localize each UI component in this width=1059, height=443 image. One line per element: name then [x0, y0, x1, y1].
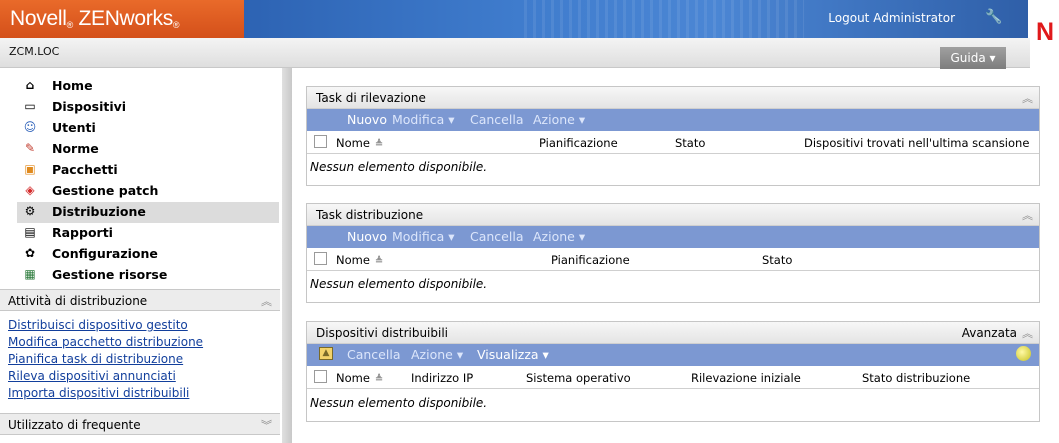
advanced-link[interactable]: Avanzata: [962, 326, 1017, 340]
column-schedule[interactable]: Pianificazione: [551, 253, 630, 267]
deployable-devices-panel: Dispositivi distribuibili Avanzata ︽ ▲ C…: [306, 321, 1040, 422]
sidebar-divider: [282, 68, 292, 443]
user-icon: ☺: [23, 120, 37, 134]
empty-message: Nessun elemento disponibile.: [310, 396, 488, 410]
expand-icon[interactable]: ︾: [261, 417, 272, 433]
panel-title: Utilizzato di frequente: [8, 418, 141, 432]
new-button[interactable]: Nuovo: [347, 229, 387, 244]
column-devices-found[interactable]: Dispositivi trovati nell'ultima scansion…: [804, 136, 1029, 150]
logout-link[interactable]: Logout Administrator: [828, 11, 955, 25]
view-menu[interactable]: Visualizza ▾: [477, 347, 549, 362]
column-operating-system[interactable]: Sistema operativo: [526, 371, 631, 385]
zone-bar: ZCM.LOC: [0, 38, 1030, 68]
column-name[interactable]: Nome ≜: [336, 136, 383, 150]
deployment-tasks-panel: Task distribuzione ︽ Nuovo Modifica ▾ Ca…: [306, 203, 1040, 303]
empty-message: Nessun elemento disponibile.: [310, 160, 488, 174]
nav-item-norme[interactable]: ✎ Norme: [17, 139, 279, 160]
panel-title: Task distribuzione ︽: [307, 204, 1039, 226]
column-initial-discovery[interactable]: Rilevazione iniziale: [691, 371, 801, 385]
novell-n-logo: N: [1036, 18, 1055, 46]
edit-menu[interactable]: Modifica ▾: [392, 229, 455, 244]
nav-item-home[interactable]: ⌂ Home: [17, 76, 279, 97]
sidebar: ⌂ Home ▭ Dispositivi ☺ Utenti ✎ Norme ▣ …: [0, 68, 287, 443]
nav-item-gestione-risorse[interactable]: ▦ Gestione risorse: [17, 265, 279, 286]
nav-item-configurazione[interactable]: ✿ Configurazione: [17, 244, 279, 265]
nav-item-dispositivi[interactable]: ▭ Dispositivi: [17, 97, 279, 118]
product-logo: Novell® ZENworks®: [0, 0, 244, 38]
header-banner: Logout Administrator 🔧: [244, 0, 1028, 38]
table-header: Nome ≜ Pianificazione Stato: [307, 248, 1039, 271]
nav-item-distribuzione[interactable]: ⚙ Distribuzione: [17, 202, 279, 223]
table-header: Nome ≜ Indirizzo IP Sistema operativo Ril…: [307, 366, 1039, 389]
table-header: Nome ≜ Pianificazione Stato Dispositivi t…: [307, 131, 1039, 154]
task-link-discover-advertised-devices[interactable]: Rileva dispositivi annunciati: [8, 369, 176, 383]
asset-icon: ▦: [24, 267, 36, 281]
patch-icon: ◈: [25, 183, 35, 197]
package-icon: ▣: [24, 162, 36, 176]
delete-button[interactable]: Cancella: [470, 112, 523, 127]
configuration-icon: ✿: [24, 246, 36, 260]
report-icon: ▤: [24, 225, 36, 239]
nav-item-rapporti[interactable]: ▤ Rapporti: [17, 223, 279, 244]
panel-title: Dispositivi distribuibili Avanzata ︽: [307, 322, 1039, 344]
sort-ascending-icon: ≜: [374, 139, 384, 150]
wrench-icon[interactable]: 🔧: [985, 9, 1003, 27]
edit-menu[interactable]: Modifica ▾: [392, 112, 455, 127]
delete-button[interactable]: Cancella: [470, 229, 523, 244]
help-button[interactable]: Guida ▾: [940, 47, 1006, 69]
column-ip-address[interactable]: Indirizzo IP: [411, 371, 473, 385]
task-link-edit-deployment-package[interactable]: Modifica pacchetto distribuzione: [8, 335, 203, 349]
task-link-schedule-deployment-task[interactable]: Pianifica task di distribuzione: [8, 352, 183, 366]
action-menu[interactable]: Azione ▾: [411, 347, 463, 362]
frequently-used-panel-header[interactable]: Utilizzato di frequente ︾: [0, 413, 280, 435]
monitor-icon: ▭: [24, 99, 36, 113]
collapse-icon[interactable]: ︽: [1022, 90, 1033, 106]
collapse-icon[interactable]: ︽: [261, 293, 272, 309]
collapse-icon[interactable]: ︽: [1022, 207, 1033, 223]
nav-item-gestione-patch[interactable]: ◈ Gestione patch: [17, 181, 279, 202]
discovery-tasks-panel: Task di rilevazione ︽ Nuovo Modifica ▾ C…: [306, 86, 1040, 186]
column-name[interactable]: Nome ≜: [336, 253, 383, 267]
top-header: Novell® ZENworks® Logout Administrator 🔧…: [0, 0, 1059, 69]
sort-ascending-icon: ≜: [374, 374, 384, 385]
brand-zenworks: ZENworks: [78, 7, 173, 30]
nav-item-utenti[interactable]: ☺ Utenti: [17, 118, 279, 139]
delete-button[interactable]: Cancella: [347, 347, 400, 362]
select-all-checkbox[interactable]: [314, 370, 327, 383]
column-deployment-status[interactable]: Stato distribuzione: [862, 371, 970, 385]
new-button[interactable]: Nuovo: [347, 112, 387, 127]
sort-ascending-icon: ≜: [374, 256, 384, 267]
nav-item-pacchetti[interactable]: ▣ Pacchetti: [17, 160, 279, 181]
column-status[interactable]: Stato: [675, 136, 705, 150]
lightbulb-icon[interactable]: [1016, 346, 1031, 361]
column-name[interactable]: Nome ≜: [336, 371, 383, 385]
select-all-checkbox[interactable]: [314, 135, 327, 148]
policy-icon: ✎: [24, 141, 36, 155]
column-status[interactable]: Stato: [762, 253, 792, 267]
action-menu[interactable]: Azione ▾: [533, 112, 585, 127]
deployment-icon: ⚙: [24, 204, 36, 218]
panel-toolbar: ▲ Cancella Azione ▾ Visualizza ▾: [307, 344, 1039, 366]
home-icon: ⌂: [25, 78, 35, 92]
panel-title: Attività di distribuzione: [8, 294, 148, 308]
task-link-deploy-managed-device[interactable]: Distribuisci dispositivo gestito: [8, 318, 188, 332]
collapse-icon[interactable]: ︽: [1022, 325, 1033, 341]
brand-novell: Novell: [10, 7, 67, 30]
action-menu[interactable]: Azione ▾: [533, 229, 585, 244]
panel-title: Task di rilevazione ︽: [307, 87, 1039, 109]
select-all-checkbox[interactable]: [314, 252, 327, 265]
management-zone-label: ZCM.LOC: [9, 45, 60, 58]
panel-toolbar: Nuovo Modifica ▾ Cancella Azione ▾: [307, 109, 1039, 131]
deployment-tasks-panel-header: Attività di distribuzione ︽: [0, 289, 280, 311]
panel-toolbar: Nuovo Modifica ▾ Cancella Azione ▾: [307, 226, 1039, 248]
folder-up-icon[interactable]: ▲: [319, 347, 333, 360]
column-schedule[interactable]: Pianificazione: [539, 136, 618, 150]
task-link-import-deployable-devices[interactable]: Importa dispositivi distribuibili: [8, 386, 189, 400]
empty-message: Nessun elemento disponibile.: [310, 277, 488, 291]
